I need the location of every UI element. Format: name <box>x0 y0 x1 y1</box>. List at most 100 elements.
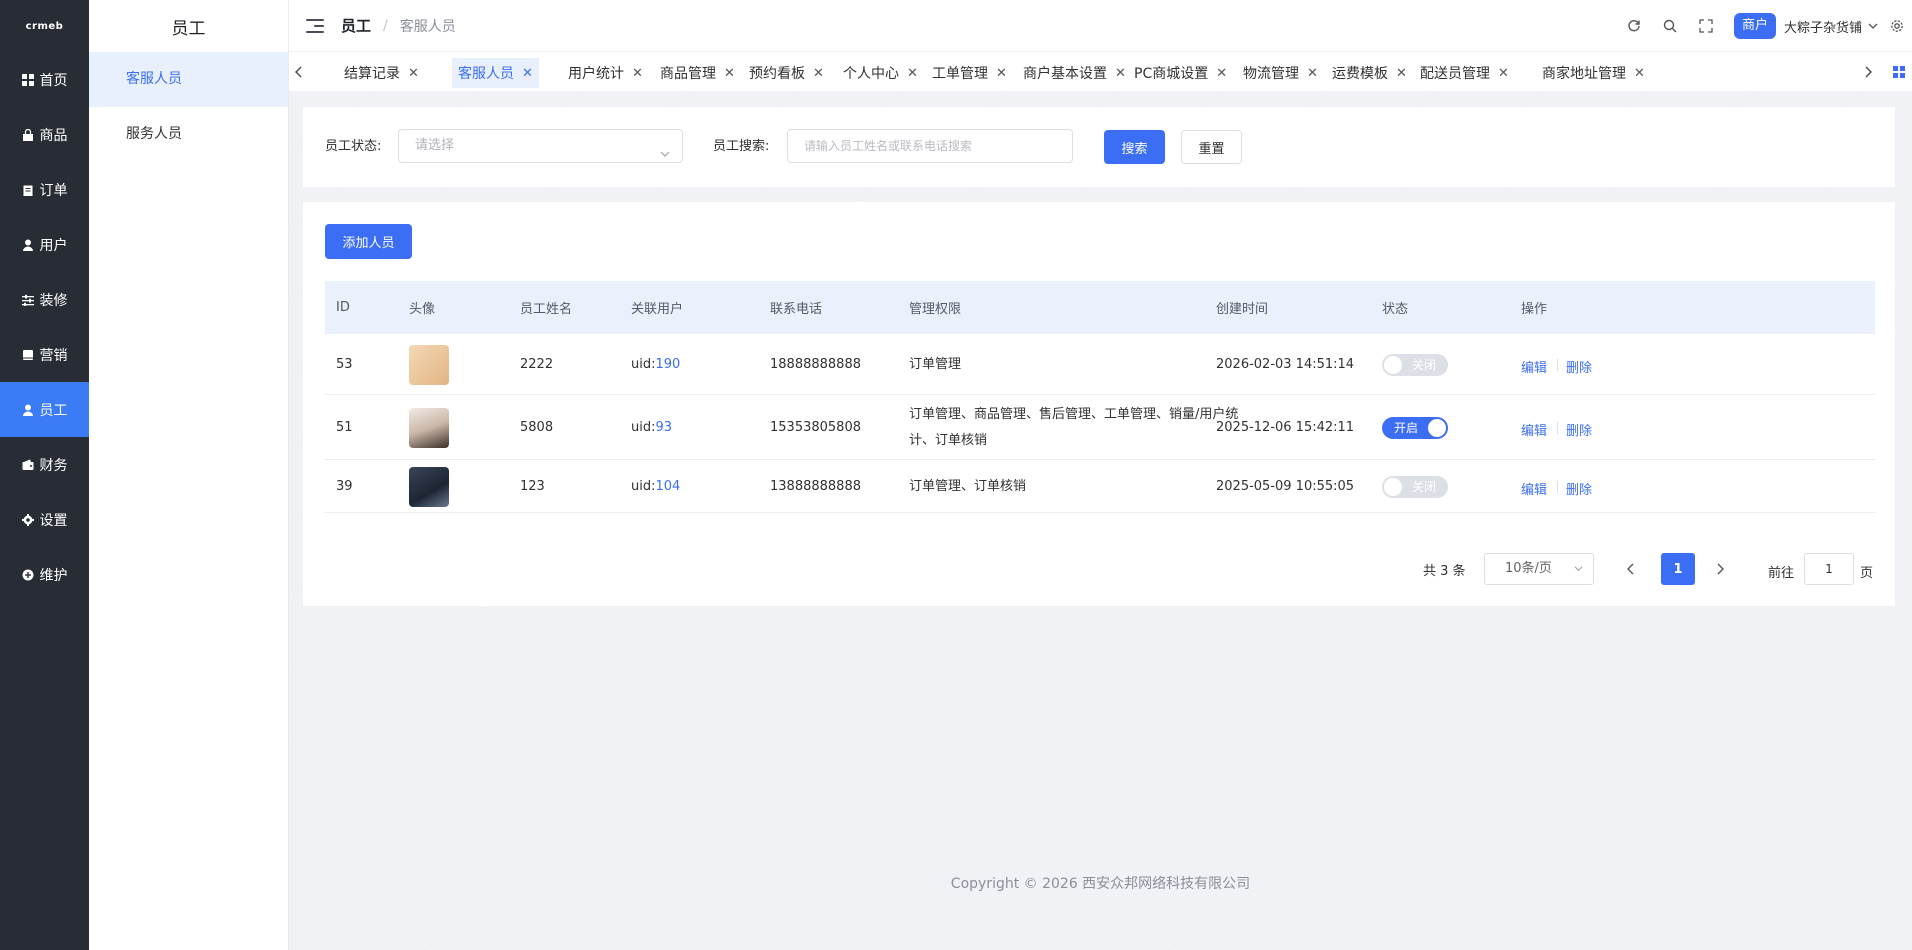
reset-button[interactable]: 重置 <box>1181 130 1242 164</box>
sidebar-item-label: 财务 <box>39 457 68 474</box>
table-row: 39 123 uid:104 13888888888 订单管理、订单核销 2025-05-… <box>325 460 1875 513</box>
tab-5[interactable]: 个人中心 ✕ <box>837 58 924 88</box>
sidebar-item-label: 维护 <box>39 567 68 584</box>
column-header-1: 头像 <box>409 302 436 317</box>
search-button[interactable]: 搜索 <box>1104 130 1165 164</box>
settings-gear-icon[interactable] <box>1890 19 1904 33</box>
tabs-menu-grid-icon[interactable] <box>1892 65 1906 79</box>
staff-search-input[interactable] <box>787 129 1073 163</box>
sidebar-item-8[interactable]: 设置 <box>0 492 89 547</box>
uid-link[interactable]: 190 <box>655 357 680 372</box>
app-logo[interactable]: crmeb <box>0 0 89 52</box>
tab-label: 工单管理 <box>932 66 988 82</box>
cell-permissions: 订单管理、商品管理、售后管理、工单管理、销量/用户统计、订单核销 <box>909 406 1239 448</box>
cell-phone: 18888888888 <box>770 356 861 372</box>
goto-page-input[interactable] <box>1804 553 1854 585</box>
tab-10[interactable]: 运费模板 ✕ <box>1326 58 1413 88</box>
page-number-current[interactable]: 1 <box>1661 553 1695 585</box>
status-toggle[interactable]: 关闭 <box>1382 353 1448 376</box>
chevron-down-icon[interactable] <box>1868 21 1878 31</box>
sidebar-item-2[interactable]: 订单 <box>0 162 89 217</box>
column-header-7: 状态 <box>1382 302 1409 317</box>
search-icon[interactable] <box>1662 18 1678 34</box>
tab-8[interactable]: PC商城设置 ✕ <box>1128 58 1233 88</box>
chevron-down-icon <box>660 140 670 157</box>
tab-4[interactable]: 预约看板 ✕ <box>743 58 830 88</box>
tab-3[interactable]: 商品管理 ✕ <box>654 58 741 88</box>
collapse-menu-icon[interactable] <box>306 18 324 33</box>
tab-12[interactable]: 商家地址管理 ✕ <box>1536 58 1651 88</box>
sidebar-item-5[interactable]: 营销 <box>0 327 89 382</box>
tab-close-icon[interactable]: ✕ <box>408 66 419 81</box>
grid-icon <box>21 73 34 86</box>
tab-9[interactable]: 物流管理 ✕ <box>1237 58 1324 88</box>
cell-created-time: 2025-12-06 15:42:11 <box>1216 419 1355 435</box>
breadcrumb-parent[interactable]: 员工 <box>341 15 371 36</box>
delete-link[interactable]: 删除 <box>1566 420 1592 439</box>
edit-link[interactable]: 编辑 <box>1521 357 1547 376</box>
tab-7[interactable]: 商户基本设置 ✕ <box>1017 58 1132 88</box>
tab-close-icon[interactable]: ✕ <box>1216 66 1227 81</box>
filter-card: 员工状态: 请选择 员工搜索: 搜索 重置 <box>303 107 1895 187</box>
sub-item-service-staff[interactable]: 服务人员 <box>89 107 288 162</box>
status-toggle[interactable]: 关闭 <box>1382 475 1448 498</box>
tabs-scroll-right-icon[interactable] <box>1858 52 1878 92</box>
status-toggle-knob <box>1384 477 1402 496</box>
fullscreen-icon[interactable] <box>1698 18 1714 34</box>
cell-linked-user: uid:190 <box>631 357 680 372</box>
tab-close-icon[interactable]: ✕ <box>907 66 918 81</box>
sidebar-item-3[interactable]: 用户 <box>0 217 89 272</box>
sidebar-item-label: 营销 <box>39 347 68 364</box>
tab-close-icon[interactable]: ✕ <box>1396 66 1407 81</box>
shop-name[interactable]: 大粽子杂货铺 <box>1784 17 1862 36</box>
tab-label: 运费模板 <box>1332 66 1388 82</box>
tab-close-icon[interactable]: ✕ <box>996 66 1007 81</box>
uid-link[interactable]: 93 <box>655 420 672 435</box>
sub-item-customer-service[interactable]: 客服人员 <box>89 52 288 107</box>
tab-2[interactable]: 用户统计 ✕ <box>562 58 649 88</box>
refresh-icon[interactable] <box>1626 18 1642 34</box>
sidebar-item-6[interactable]: 员工 <box>0 382 89 437</box>
sidebar-item-label: 用户 <box>39 237 68 254</box>
next-page-icon[interactable] <box>1710 559 1730 579</box>
cell-created-time: 2026-02-03 14:51:14 <box>1216 356 1355 372</box>
prev-page-icon[interactable] <box>1621 559 1641 579</box>
status-select[interactable]: 请选择 <box>398 129 683 163</box>
pagination-total: 共 3 条 <box>1423 564 1466 579</box>
tab-1[interactable]: 客服人员 ✕ <box>452 58 539 88</box>
tab-close-icon[interactable]: ✕ <box>632 66 643 81</box>
tab-close-icon[interactable]: ✕ <box>1307 66 1318 81</box>
status-toggle-text: 开启 <box>1394 420 1419 435</box>
logo-text: crmeb <box>25 20 64 32</box>
breadcrumb-current: 客服人员 <box>399 18 456 35</box>
delete-link[interactable]: 删除 <box>1566 479 1592 498</box>
status-toggle[interactable]: 开启 <box>1382 416 1448 439</box>
tab-close-icon[interactable]: ✕ <box>522 66 533 81</box>
table-row: 53 2222 uid:190 18888888888 订单管理 2026-02-03 1… <box>325 334 1875 395</box>
avatar[interactable] <box>409 344 449 385</box>
tabs-scroll-left-icon[interactable] <box>289 52 309 92</box>
tab-11[interactable]: 配送员管理 ✕ <box>1414 58 1515 88</box>
delete-link[interactable]: 删除 <box>1566 357 1592 376</box>
sidebar-item-9[interactable]: 维护 <box>0 547 89 602</box>
uid-link[interactable]: 104 <box>655 479 680 494</box>
add-staff-button[interactable]: 添加人员 <box>325 224 412 259</box>
tab-close-icon[interactable]: ✕ <box>1634 66 1645 81</box>
sidebar-item-0[interactable]: 首页 <box>0 52 89 107</box>
uid-prefix: uid: <box>631 478 656 494</box>
tab-6[interactable]: 工单管理 ✕ <box>926 58 1013 88</box>
edit-link[interactable]: 编辑 <box>1521 479 1547 498</box>
tab-0[interactable]: 结算记录 ✕ <box>338 58 425 88</box>
sidebar-item-1[interactable]: 商品 <box>0 107 89 162</box>
tab-close-icon[interactable]: ✕ <box>1115 66 1126 81</box>
edit-link[interactable]: 编辑 <box>1521 420 1547 439</box>
avatar[interactable] <box>409 407 449 448</box>
avatar[interactable] <box>409 466 449 507</box>
tab-close-icon[interactable]: ✕ <box>1498 66 1509 81</box>
sidebar-item-4[interactable]: 装修 <box>0 272 89 327</box>
tab-close-icon[interactable]: ✕ <box>813 66 824 81</box>
sidebar-item-7[interactable]: 财务 <box>0 437 89 492</box>
page-size-select[interactable]: 10条/页 <box>1484 553 1594 585</box>
status-toggle-knob <box>1428 418 1446 437</box>
tab-close-icon[interactable]: ✕ <box>724 66 735 81</box>
